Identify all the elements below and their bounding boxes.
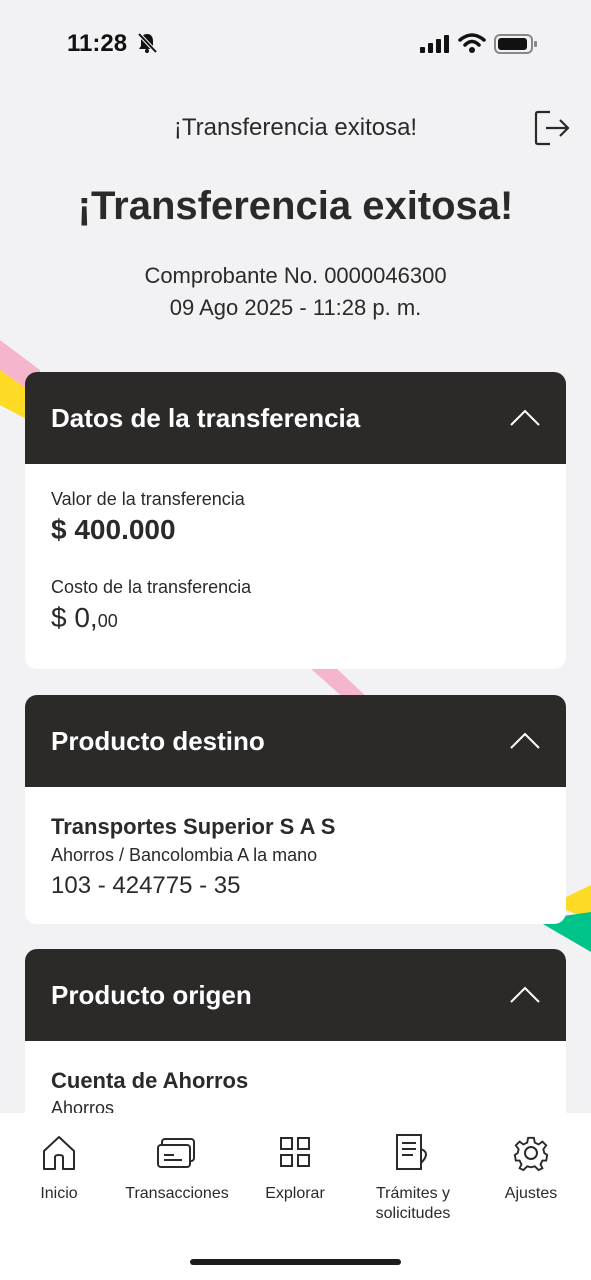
- transfer-details-title: Datos de la transferencia: [51, 402, 361, 433]
- destination-account-number: 103 - 424775 - 35: [51, 872, 241, 899]
- nav-label-explorar: Explorar: [265, 1185, 325, 1202]
- bell-muted-icon: [137, 32, 158, 54]
- transfer-cost: $ 0,00: [51, 602, 540, 634]
- card-icon: [157, 1138, 195, 1168]
- chevron-up-icon[interactable]: [510, 986, 540, 1004]
- origin-product-title: Producto origen: [51, 979, 252, 1010]
- header-title: ¡Transferencia exitosa!: [173, 114, 418, 141]
- home-icon: [43, 1136, 75, 1170]
- nav-label-inicio: Inicio: [40, 1185, 78, 1202]
- chevron-up-icon[interactable]: [510, 732, 540, 750]
- grid-icon: [280, 1137, 310, 1167]
- status-time: 11:28: [67, 30, 128, 57]
- transfer-value: $ 400.000: [51, 514, 176, 545]
- destination-product-header[interactable]: Producto destino: [25, 695, 566, 787]
- nav-item-ajustes[interactable]: Ajustes: [472, 1133, 590, 1204]
- transfer-value-label: Valor de la transferencia: [51, 489, 245, 509]
- cellular-signal-icon: [420, 35, 449, 53]
- destination-name: Transportes Superior S A S: [51, 814, 336, 839]
- receipt-number: Comprobante No. 0000046300: [144, 263, 447, 288]
- battery-icon: [494, 34, 537, 54]
- success-title: ¡Transferencia exitosa!: [77, 184, 514, 228]
- document-icon: [396, 1134, 427, 1170]
- nav-label-ajustes: Ajustes: [504, 1185, 558, 1202]
- nav-label-tramites: Trámites y solicitudes: [375, 1185, 451, 1222]
- origin-product-header[interactable]: Producto origen: [25, 949, 566, 1041]
- nav-item-tramites[interactable]: Trámites y solicitudes: [354, 1133, 472, 1224]
- transfer-details-header[interactable]: Datos de la transferencia: [25, 372, 566, 464]
- transfer-cost-cents: 00: [97, 611, 118, 631]
- destination-product-card: Producto destino Transportes Superior S …: [25, 695, 566, 924]
- home-indicator[interactable]: [190, 1259, 401, 1265]
- transfer-details-card: Datos de la transferencia Valor de la tr…: [25, 372, 566, 669]
- nav-label-transacciones: Transacciones: [125, 1185, 229, 1202]
- transfer-cost-label: Costo de la transferencia: [51, 577, 252, 597]
- origin-name: Cuenta de Ahorros: [51, 1068, 249, 1093]
- nav-item-transacciones[interactable]: Transacciones: [118, 1133, 236, 1204]
- nav-item-explorar[interactable]: Explorar: [236, 1133, 354, 1204]
- wifi-icon: [458, 33, 486, 53]
- nav-item-inicio[interactable]: Inicio: [0, 1133, 118, 1204]
- destination-product-title: Producto destino: [51, 725, 265, 756]
- chevron-up-icon[interactable]: [510, 409, 540, 427]
- gear-icon: [513, 1136, 549, 1172]
- transfer-cost-main: $ 0,: [51, 602, 98, 633]
- status-bar: 11:28: [0, 0, 591, 86]
- bottom-navigation: Inicio Transacciones Explorar Trámites y…: [0, 1113, 591, 1280]
- logout-icon[interactable]: [532, 108, 572, 148]
- transfer-datetime: 09 Ago 2025 - 11:28 p. m.: [169, 295, 422, 320]
- destination-account-type: Ahorros / Bancolombia A la mano: [51, 845, 318, 865]
